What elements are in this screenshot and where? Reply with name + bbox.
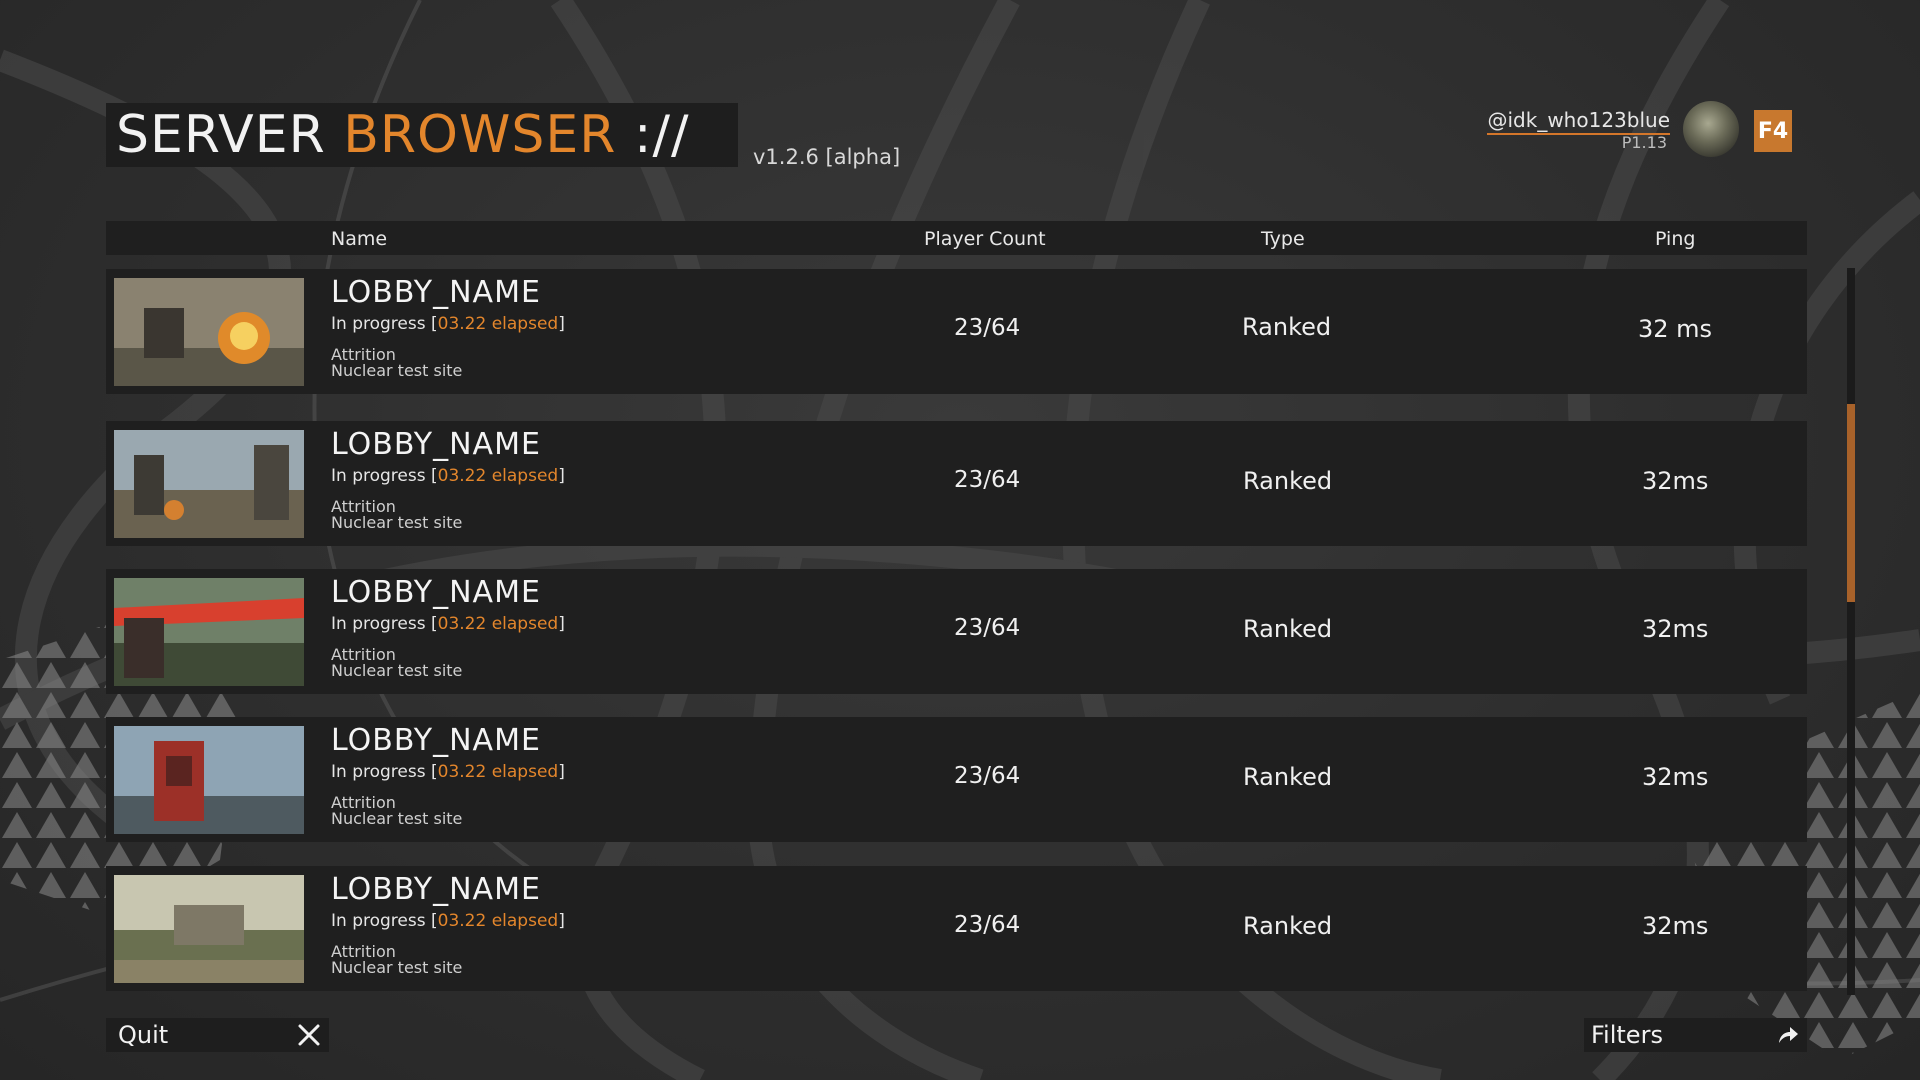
lobby-status: In progress [03.22 elapsed] — [331, 466, 565, 486]
map-name: Nuclear test site — [331, 809, 463, 828]
lobby-name: LOBBY_NAME — [331, 275, 541, 310]
elapsed-time: 03.22 elapsed — [437, 314, 559, 334]
lobby-status: In progress [03.22 elapsed] — [331, 314, 565, 334]
quit-label: Quit — [118, 1021, 169, 1049]
title-server: SERVER — [116, 105, 326, 165]
lobby-name: LOBBY_NAME — [331, 723, 541, 758]
elapsed-time: 03.22 elapsed — [437, 614, 559, 634]
close-icon — [298, 1024, 320, 1046]
lobby-name: LOBBY_NAME — [331, 427, 541, 462]
quit-button[interactable]: Quit — [106, 1018, 329, 1052]
server-row[interactable]: LOBBY_NAME In progress [03.22 elapsed] A… — [106, 569, 1807, 694]
map-thumbnail — [114, 578, 304, 686]
lobby-name: LOBBY_NAME — [331, 872, 541, 907]
lobby-status: In progress [03.22 elapsed] — [331, 911, 565, 931]
player-count: 23/64 — [954, 467, 1021, 493]
lobby-type: Ranked — [1243, 615, 1333, 643]
lobby-name: LOBBY_NAME — [331, 575, 541, 610]
map-name: Nuclear test site — [331, 958, 463, 977]
map-thumbnail — [114, 278, 304, 386]
map-thumbnail — [114, 875, 304, 983]
hotkey-badge[interactable]: F4 — [1754, 110, 1792, 152]
elapsed-time: 03.22 elapsed — [437, 762, 559, 782]
lobby-status: In progress [03.22 elapsed] — [331, 614, 565, 634]
scrollbar-track[interactable] — [1847, 268, 1855, 995]
title-suffix: :// — [633, 105, 690, 165]
filters-button[interactable]: Filters — [1584, 1018, 1807, 1052]
map-name: Nuclear test site — [331, 361, 463, 380]
lobby-status: In progress [03.22 elapsed] — [331, 762, 565, 782]
lobby-type: Ranked — [1242, 313, 1332, 341]
server-row[interactable]: LOBBY_NAME In progress [03.22 elapsed] A… — [106, 421, 1807, 546]
column-header-type[interactable]: Type — [1261, 228, 1305, 250]
ping-value: 32ms — [1642, 615, 1709, 643]
table-header: Name Player Count Type Ping — [106, 221, 1807, 255]
ping-value: 32ms — [1642, 763, 1709, 791]
player-count: 23/64 — [954, 315, 1021, 341]
server-row[interactable]: LOBBY_NAME In progress [03.22 elapsed] A… — [106, 866, 1807, 991]
elapsed-time: 03.22 elapsed — [437, 466, 559, 486]
map-thumbnail — [114, 430, 304, 538]
title-browser: BROWSER — [343, 105, 617, 165]
map-thumbnail — [114, 726, 304, 834]
player-count: 23/64 — [954, 763, 1021, 789]
lobby-type: Ranked — [1243, 763, 1333, 791]
column-header-player-count[interactable]: Player Count — [924, 228, 1046, 250]
share-arrow-icon — [1779, 1027, 1798, 1043]
server-row[interactable]: LOBBY_NAME In progress [03.22 elapsed] A… — [106, 269, 1807, 394]
page-title: SERVER BROWSER :// — [106, 103, 738, 167]
lobby-type: Ranked — [1243, 912, 1333, 940]
elapsed-time: 03.22 elapsed — [437, 911, 559, 931]
scrollbar-thumb[interactable] — [1847, 404, 1855, 602]
avatar[interactable] — [1683, 101, 1739, 157]
filters-label: Filters — [1591, 1021, 1663, 1049]
ping-value: 32 ms — [1638, 315, 1713, 343]
version-label: v1.2.6 [alpha] — [753, 145, 901, 169]
map-name: Nuclear test site — [331, 513, 463, 532]
server-row[interactable]: LOBBY_NAME In progress [03.22 elapsed] A… — [106, 717, 1807, 842]
profile-username[interactable]: @idk_who123blue — [1487, 108, 1670, 135]
ping-value: 32ms — [1642, 467, 1709, 495]
map-name: Nuclear test site — [331, 661, 463, 680]
player-count: 23/64 — [954, 912, 1021, 938]
ping-value: 32ms — [1642, 912, 1709, 940]
lobby-type: Ranked — [1243, 467, 1333, 495]
profile-level: P1.13 — [1621, 133, 1667, 152]
column-header-ping[interactable]: Ping — [1655, 228, 1695, 250]
player-count: 23/64 — [954, 615, 1021, 641]
column-header-name[interactable]: Name — [331, 228, 387, 250]
